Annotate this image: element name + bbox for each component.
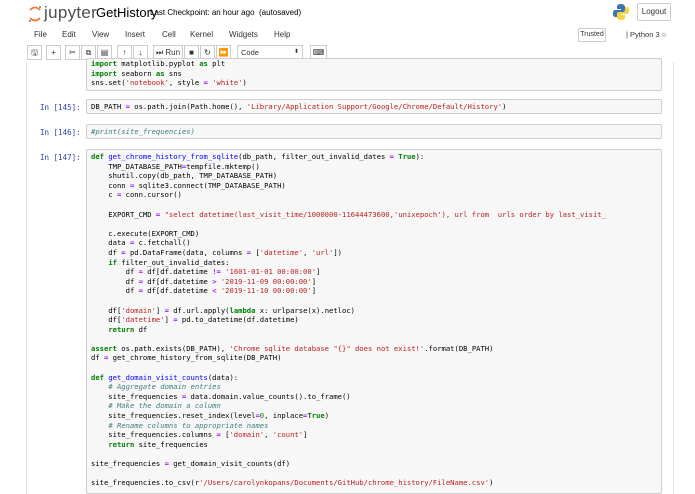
run-label: Run — [165, 48, 181, 57]
jupyter-logo[interactable]: jupyter — [28, 2, 98, 24]
notebook-header: jupyter GetHistory Last Checkpoint: an h… — [0, 0, 695, 26]
menu-help[interactable]: Help — [274, 28, 290, 42]
menu-widgets[interactable]: Widgets — [229, 28, 258, 42]
cut-button[interactable]: ✂ — [65, 45, 80, 60]
cell-prompt: In [147]: — [40, 153, 81, 162]
code-editor[interactable]: #print(site_frequencies) — [87, 125, 661, 138]
checkpoint-text: Last Checkpoint: an hour ago — [150, 8, 255, 17]
menu-cell[interactable]: Cell — [162, 28, 176, 42]
arrow-down-icon: ↓ — [138, 48, 143, 57]
jupyter-logo-text: jupyter — [44, 3, 98, 22]
menu-file[interactable]: File — [34, 28, 47, 42]
kernel-indicator[interactable]: | Python 3 ○ — [626, 28, 666, 42]
code-editor[interactable]: def get_chrome_history_from_sqlite(db_pa… — [87, 150, 661, 490]
cell-type-value: Code — [241, 48, 259, 57]
jupyter-logo-icon — [29, 6, 41, 22]
trusted-indicator[interactable]: Trusted — [578, 28, 606, 42]
insert-cell-button[interactable]: + — [46, 45, 61, 60]
autosave-status: (autosaved) — [258, 8, 302, 17]
menu-insert[interactable]: Insert — [125, 28, 145, 42]
code-editor[interactable]: import matplotlib.pyplot as plt import s… — [87, 59, 661, 90]
plus-icon: + — [51, 48, 56, 57]
scissors-icon: ✂ — [69, 48, 76, 57]
stop-icon: ■ — [189, 48, 194, 57]
menu-view[interactable]: View — [92, 28, 109, 42]
save-icon: 🖫 — [31, 48, 38, 57]
code-cell-input[interactable]: #print(site_frequencies) — [86, 124, 662, 139]
fast-forward-icon: ⏩ — [218, 48, 229, 57]
code-editor[interactable]: DB_PATH = os.path.join(Path.home(), 'Lib… — [87, 100, 661, 113]
notebook-name[interactable]: GetHistory — [96, 5, 157, 20]
cell-prompt: In [146]: — [40, 128, 81, 137]
keyboard-icon: ⌨ — [312, 48, 325, 57]
menu-kernel[interactable]: Kernel — [190, 28, 213, 42]
arrow-up-icon: ↑ — [122, 48, 127, 57]
cell-prompt: In [145]: — [40, 103, 81, 112]
code-cell-input[interactable]: DB_PATH = os.path.join(Path.home(), 'Lib… — [86, 99, 662, 114]
checkpoint-status: Last Checkpoint: an hour ago (autosaved) — [150, 8, 301, 17]
code-cell-input[interactable]: import matplotlib.pyplot as plt import s… — [86, 58, 662, 91]
paste-icon: ▤ — [100, 48, 109, 57]
step-forward-icon: ⏭ — [155, 48, 164, 57]
menu-edit[interactable]: Edit — [62, 28, 76, 42]
code-cell-input[interactable]: def get_chrome_history_from_sqlite(db_pa… — [86, 149, 662, 494]
copy-icon: ⧉ — [85, 48, 92, 57]
python-logo-icon — [613, 4, 629, 20]
restart-icon: ↻ — [204, 48, 211, 57]
kernel-name: Python 3 — [630, 30, 660, 39]
logout-button[interactable]: Logout — [637, 3, 671, 21]
kernel-status-icon: ○ — [661, 30, 667, 39]
save-button[interactable]: 🖫 — [27, 45, 42, 60]
